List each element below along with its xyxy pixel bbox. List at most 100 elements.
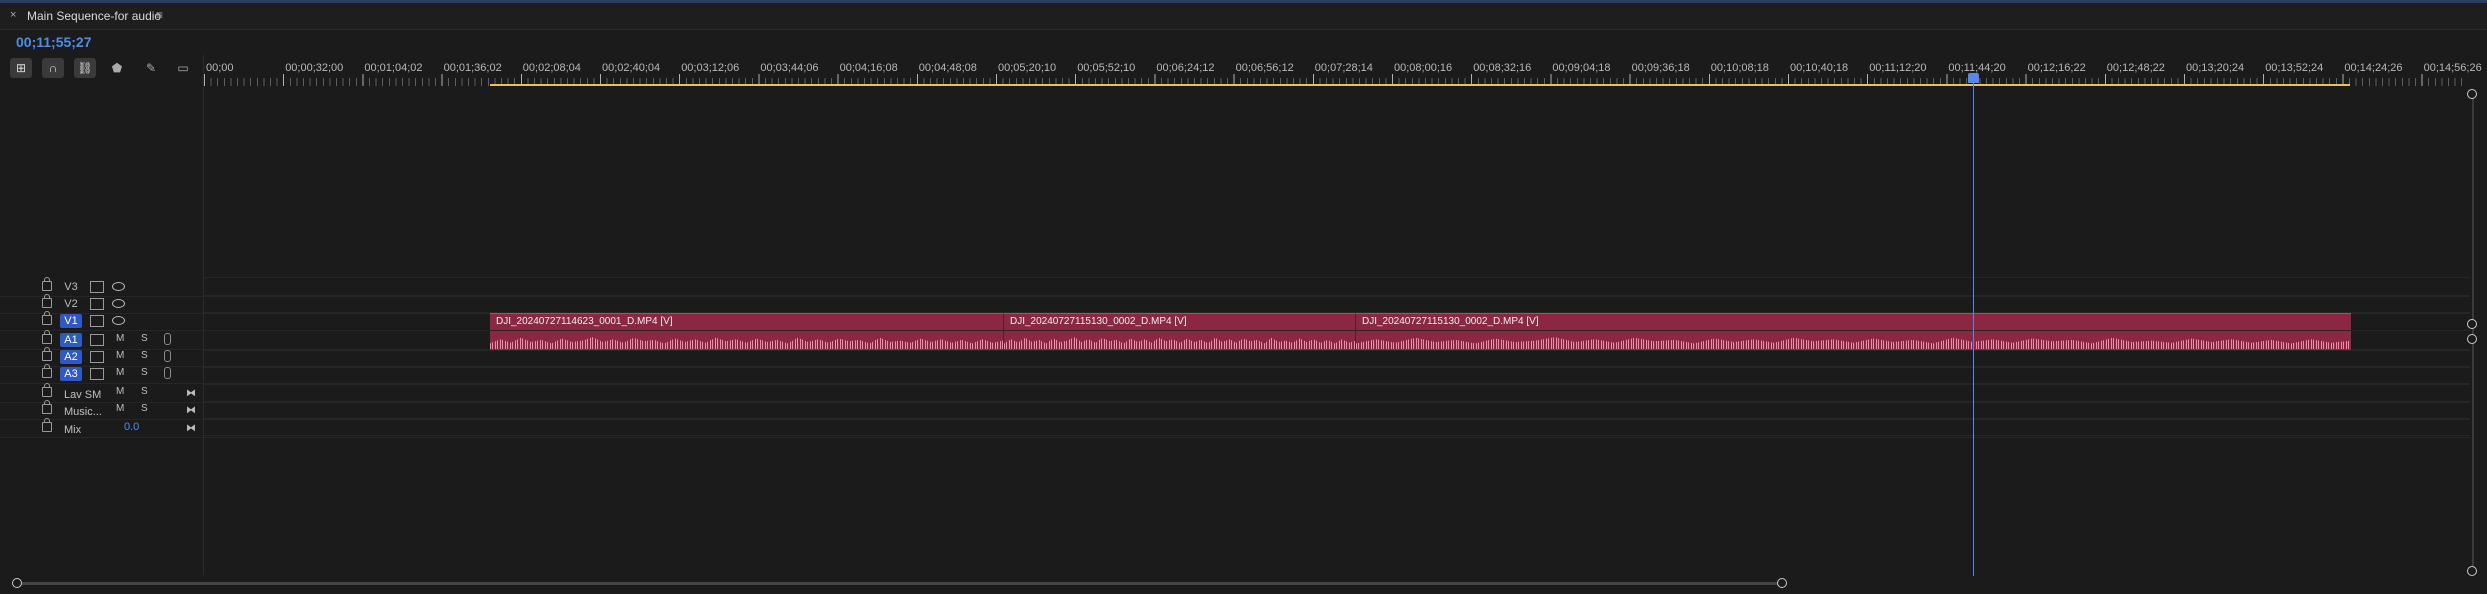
work-area-bar[interactable] — [490, 84, 2350, 86]
solo-button[interactable]: S — [141, 367, 148, 378]
time-ruler[interactable]: 00;00 00;00;32;00 00;01;04;02 00;01;36;02 00… — [204, 56, 2482, 86]
ruler-tick-label: 00;13;20;24 — [2186, 62, 2245, 74]
vertical-scroll-handle-top[interactable] — [2467, 89, 2477, 99]
captions-icon[interactable]: ▭ — [172, 58, 194, 78]
audio-clip[interactable] — [1003, 331, 1356, 350]
clip-label: DJI_20240727115130_0002_D.MP4 [V] — [1362, 316, 1539, 327]
lock-icon[interactable] — [42, 294, 52, 308]
audio-waveform — [490, 337, 1003, 349]
ruler-tick-label: 00;06;56;12 — [1235, 62, 1294, 74]
timeline-settings-wrench-icon[interactable]: ✎ — [140, 58, 162, 78]
sync-lock-icon[interactable] — [90, 351, 104, 363]
mic-icon[interactable] — [164, 333, 171, 345]
ruler-tick-label: 00;10;08;18 — [1710, 62, 1769, 74]
mute-button[interactable]: M — [116, 367, 124, 378]
mute-button[interactable]: M — [116, 333, 124, 344]
eye-icon[interactable] — [112, 282, 125, 291]
ruler-tick-label: 00;05;52;10 — [1077, 62, 1136, 74]
sync-lock-icon[interactable] — [90, 315, 104, 327]
lock-icon[interactable] — [42, 311, 52, 325]
snap-magnet-icon[interactable]: ∩ — [42, 58, 64, 78]
ruler-tick-label: 00;03;12;06 — [681, 62, 740, 74]
track-header-submix-music: Music... M S ⧓ — [0, 400, 2470, 420]
track-header-v3: V3 — [0, 277, 2470, 297]
video-clip[interactable]: DJI_20240727115130_0002_D.MP4 [V] — [1355, 313, 2351, 330]
eye-icon[interactable] — [112, 316, 125, 325]
ruler-tick-label: 00;07;28;14 — [1314, 62, 1373, 74]
audio-waveform — [1356, 337, 2351, 349]
solo-button[interactable]: S — [141, 403, 148, 414]
track-name-v2[interactable]: V2 — [60, 297, 82, 311]
audio-waveform — [1004, 337, 1356, 349]
close-panel-icon[interactable]: × — [10, 9, 16, 21]
video-clip[interactable]: DJI_20240727115130_0002_D.MP4 [V] — [1003, 313, 1356, 330]
ruler-tick-label: 00;03;44;06 — [760, 62, 819, 74]
track-divider — [204, 277, 2470, 278]
add-marker-icon[interactable]: ⬟ — [106, 58, 128, 78]
track-name-v1[interactable]: V1 — [60, 314, 82, 328]
insert-nest-icon[interactable]: ⊞ — [10, 58, 32, 78]
mic-icon[interactable] — [164, 367, 171, 379]
mic-icon[interactable] — [164, 350, 171, 362]
solo-button[interactable]: S — [141, 350, 148, 361]
lock-icon[interactable] — [42, 364, 52, 378]
panel-tab-bar: × Main Sequence-for audio ≡ — [0, 3, 2487, 30]
playhead-timecode[interactable]: 00;11;55;27 — [16, 34, 92, 50]
vertical-scroll-handle-mid[interactable] — [2467, 319, 2477, 329]
mute-button[interactable]: M — [116, 403, 124, 414]
ruler-tick-label: 00;14;56;26 — [2423, 62, 2482, 74]
panel-menu-icon[interactable]: ≡ — [156, 8, 163, 22]
lock-icon[interactable] — [42, 347, 52, 361]
audio-clip[interactable] — [490, 331, 1003, 350]
sync-lock-icon[interactable] — [90, 298, 104, 310]
clip-label: DJI_20240727114623_0001_D.MP4 [V] — [496, 316, 673, 327]
ruler-tick-label: 00;00;32;00 — [285, 62, 344, 74]
lock-icon[interactable] — [42, 277, 52, 291]
track-name-mix: Mix — [64, 424, 82, 436]
track-header-a3: A3 M S — [0, 364, 2470, 384]
track-header-v2: V2 — [0, 294, 2470, 314]
vertical-scroll-handle-bottom[interactable] — [2467, 566, 2477, 576]
ruler-tick-label: 00;02;40;04 — [602, 62, 661, 74]
track-name-a2[interactable]: A2 — [60, 350, 82, 364]
solo-button[interactable]: S — [141, 333, 148, 344]
ruler-tick-label: 00;13;52;24 — [2265, 62, 2324, 74]
playhead-line[interactable] — [1973, 76, 1974, 576]
lock-icon[interactable] — [42, 383, 52, 397]
eye-icon[interactable] — [112, 299, 125, 308]
ruler-tick-label: 00;05;20;10 — [998, 62, 1057, 74]
track-name-a3[interactable]: A3 — [60, 367, 82, 381]
ruler-tick-label: 00;04;48;08 — [918, 62, 977, 74]
vertical-scrollbar[interactable] — [2472, 92, 2474, 572]
ruler-tick-label: 00;01;36;02 — [443, 62, 502, 74]
playhead-handle[interactable] — [1968, 73, 1979, 83]
mute-button[interactable]: M — [116, 350, 124, 361]
lock-icon[interactable] — [42, 330, 52, 344]
linked-selection-icon[interactable]: ⛓ — [74, 58, 96, 78]
horizontal-scroll-handle-left[interactable] — [12, 578, 22, 588]
sync-lock-icon[interactable] — [90, 368, 104, 380]
ruler-tick-label: 00;14;24;26 — [2344, 62, 2403, 74]
track-name-music[interactable]: Music... — [64, 406, 102, 418]
track-name-v3[interactable]: V3 — [60, 280, 82, 294]
sync-lock-icon[interactable] — [90, 334, 104, 346]
lock-icon[interactable] — [42, 400, 52, 414]
sequence-tab[interactable]: Main Sequence-for audio — [27, 9, 161, 23]
clip-label: DJI_20240727115130_0002_D.MP4 [V] — [1010, 316, 1187, 327]
vertical-scroll-handle-mid[interactable] — [2467, 334, 2477, 344]
video-clip[interactable]: DJI_20240727114623_0001_D.MP4 [V] — [490, 313, 1003, 330]
submix-icon[interactable]: ⧓ — [186, 405, 196, 416]
lock-icon[interactable] — [42, 418, 52, 432]
track-name-lav-sm[interactable]: Lav SM — [64, 389, 101, 401]
horizontal-scroll-handle-right[interactable] — [1777, 578, 1787, 588]
mix-icon[interactable]: ⧓ — [186, 423, 196, 434]
horizontal-scrollbar[interactable] — [16, 582, 1782, 585]
audio-clip[interactable] — [1355, 331, 2351, 350]
track-name-a1[interactable]: A1 — [60, 333, 82, 347]
solo-button[interactable]: S — [141, 386, 148, 397]
mix-volume-value[interactable]: 0.0 — [124, 421, 139, 433]
sync-lock-icon[interactable] — [90, 281, 104, 293]
mute-button[interactable]: M — [116, 386, 124, 397]
submix-icon[interactable]: ⧓ — [186, 388, 196, 399]
track-header-a2: A2 M S — [0, 347, 2470, 367]
